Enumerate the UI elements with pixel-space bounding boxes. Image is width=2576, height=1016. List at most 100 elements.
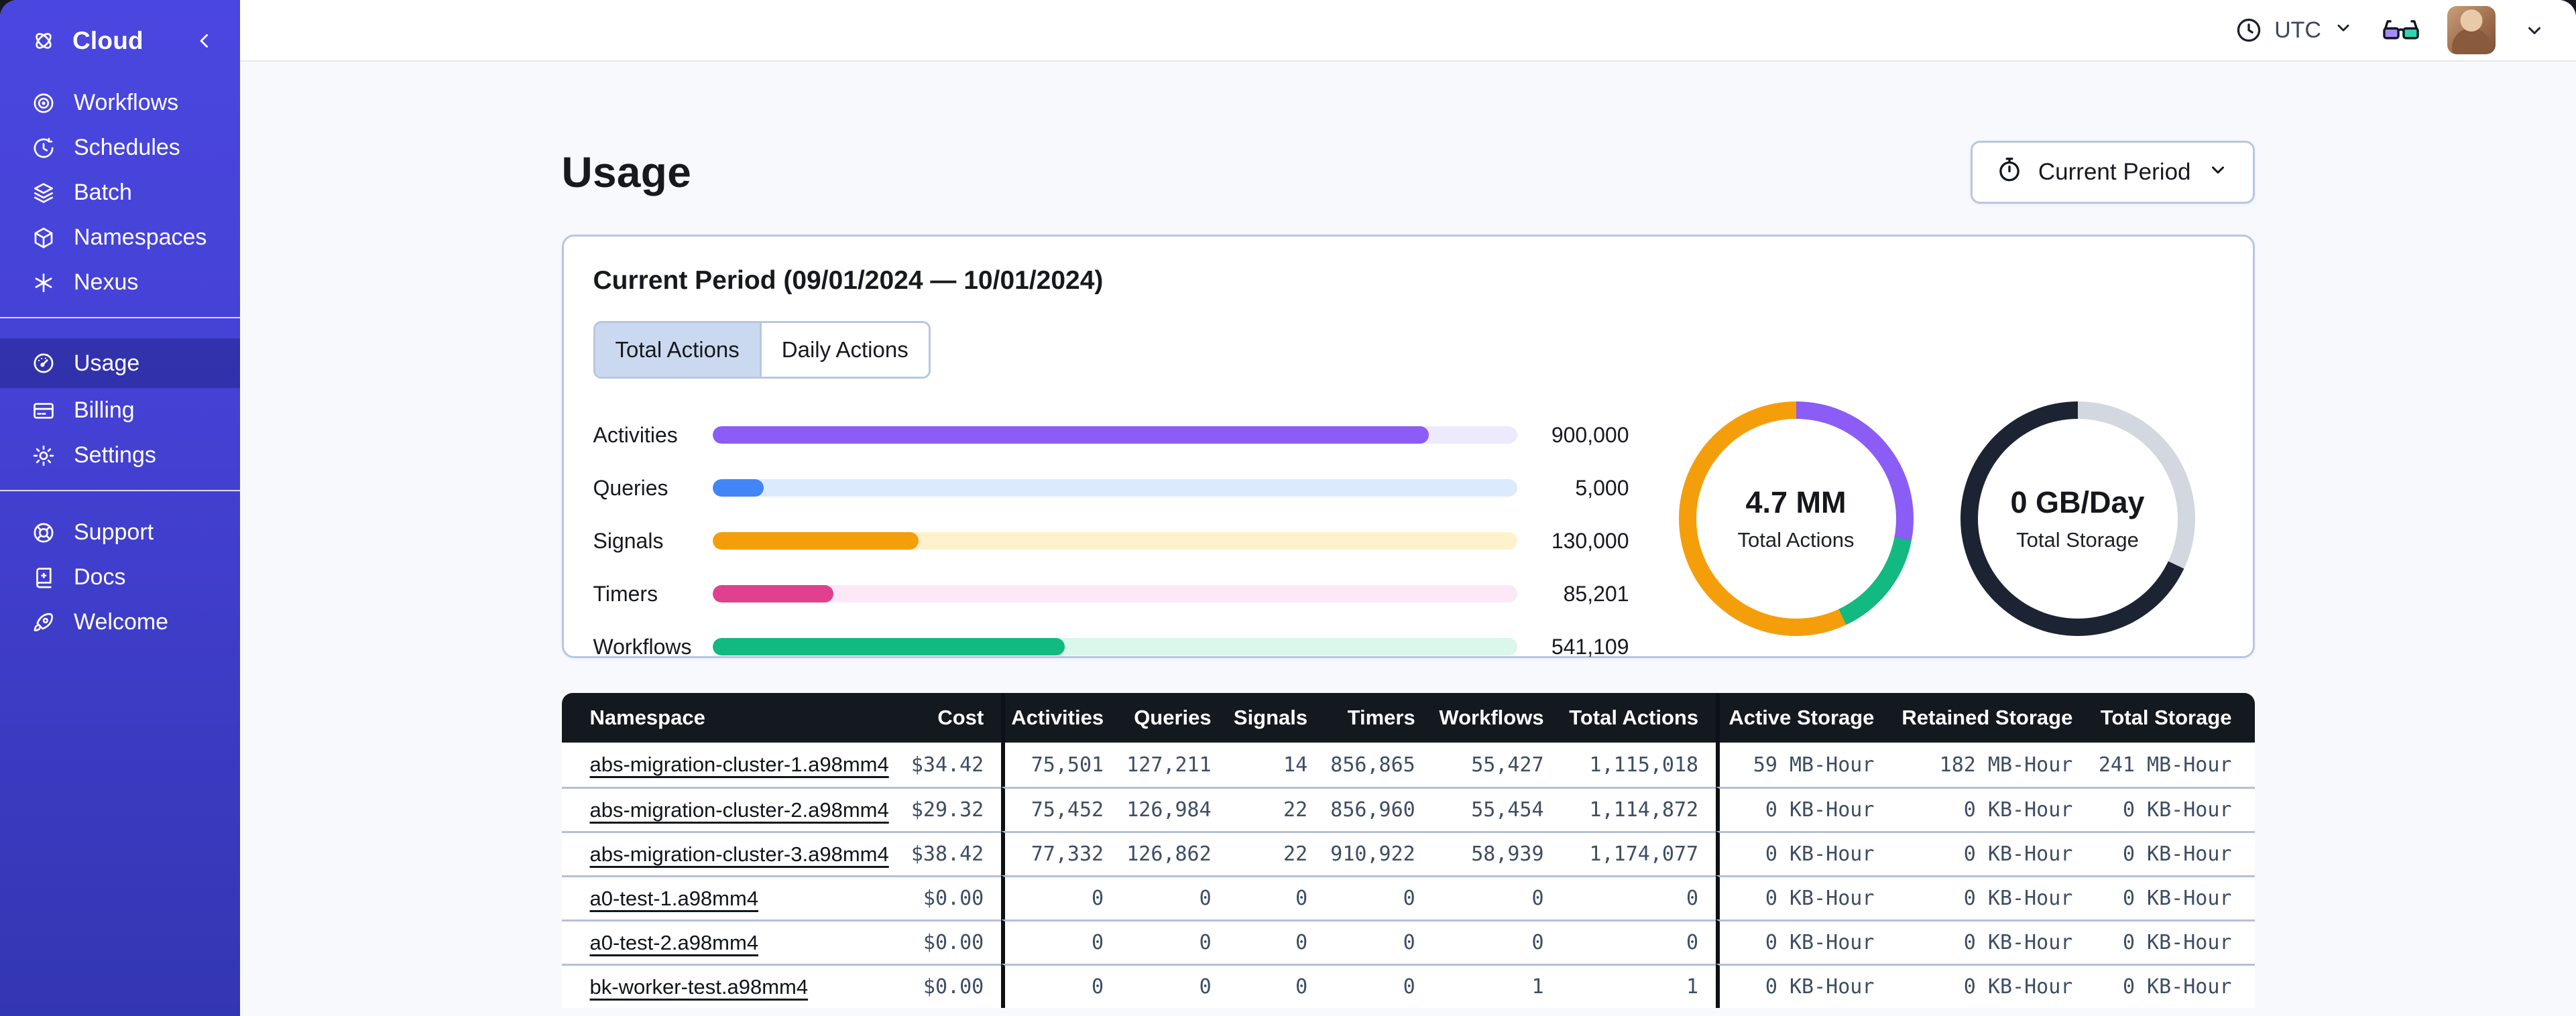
page-title: Usage [561, 148, 692, 196]
total-storage-cell: 0 KB-Hour [2090, 964, 2255, 1008]
namespace-link[interactable]: abs-migration-cluster-2.a98mm4 [590, 798, 889, 822]
bar-value: 900,000 [1551, 422, 1629, 447]
sidebar-item-label: Settings [74, 442, 156, 468]
tab-total-actions[interactable]: Total Actions [595, 323, 760, 377]
table-row: abs-migration-cluster-3.a98mm4 $38.42 77… [561, 831, 2255, 875]
sidebar-item-schedules[interactable]: Schedules [0, 125, 240, 170]
app-window: Cloud Workflows Schedules Batch Namespac… [0, 0, 2576, 1016]
table-row: a0-test-1.a98mm4 $0.00 0 0 0 0 0 0 0 KB-… [561, 875, 2255, 919]
sidebar-item-usage[interactable]: Usage [0, 338, 240, 388]
col-cost: Cost [906, 693, 1002, 743]
bar-label: Queries [593, 475, 668, 500]
activities-cell: 0 [1001, 964, 1122, 1008]
clock-icon [2234, 15, 2264, 45]
settings-gear-icon [31, 443, 56, 468]
usage-gauge-icon [31, 351, 56, 376]
user-avatar[interactable] [2447, 6, 2496, 54]
queries-cell: 126,862 [1121, 831, 1229, 875]
sidebar-item-docs[interactable]: Docs [0, 555, 240, 600]
queries-cell: 0 [1121, 875, 1229, 919]
batch-layers-icon [31, 180, 56, 206]
col-total-actions: Total Actions [1561, 693, 1716, 743]
sidebar-item-label: Namespaces [74, 225, 207, 250]
cost-cell: $0.00 [906, 919, 1002, 964]
stopwatch-icon [1995, 155, 2024, 190]
usage-charts: Activities 900,000 Queries 5,000 Signals… [593, 401, 2223, 660]
docs-book-icon [31, 565, 56, 590]
namespace-link[interactable]: abs-migration-cluster-1.a98mm4 [590, 753, 889, 776]
cost-cell: $38.42 [906, 831, 1002, 875]
bar-label: Signals [593, 528, 664, 553]
welcome-rocket-icon [31, 610, 56, 635]
col-workflows: Workflows [1432, 693, 1562, 743]
table-row: a0-test-2.a98mm4 $0.00 0 0 0 0 0 0 0 KB-… [561, 919, 2255, 964]
timezone-selector[interactable]: UTC [2234, 15, 2355, 45]
col-retained-storage: Retained Storage [1891, 693, 2091, 743]
feedback-glasses-button[interactable] [2382, 17, 2420, 44]
total-storage-donut: 0 GB/Day Total Storage [1960, 401, 2195, 636]
timers-cell: 856,865 [1325, 743, 1433, 787]
namespace-link[interactable]: a0-test-1.a98mm4 [590, 887, 759, 910]
workflows-cell: 0 [1432, 919, 1562, 964]
active-storage-cell: 0 KB-Hour [1716, 787, 1892, 831]
namespace-link[interactable]: abs-migration-cluster-3.a98mm4 [590, 842, 889, 866]
bar-fill [712, 585, 833, 602]
sidebar: Cloud Workflows Schedules Batch Namespac… [0, 0, 240, 1016]
sidebar-nav-main: Workflows Schedules Batch Namespaces Nex… [0, 80, 240, 305]
workflows-cell: 55,427 [1432, 743, 1562, 787]
donut-value: 0 GB/Day [2010, 485, 2145, 519]
sidebar-item-settings[interactable]: Settings [0, 433, 240, 478]
total-storage-cell: 0 KB-Hour [2090, 875, 2255, 919]
sidebar-item-batch[interactable]: Batch [0, 170, 240, 215]
chevron-down-icon [2206, 157, 2230, 188]
cost-cell: $0.00 [906, 875, 1002, 919]
sidebar-item-namespaces[interactable]: Namespaces [0, 215, 240, 260]
actions-bar-chart: Activities 900,000 Queries 5,000 Signals… [593, 422, 1629, 660]
sidebar-item-label: Workflows [74, 90, 179, 115]
actions-tab-group: Total Actions Daily Actions [593, 321, 931, 379]
active-storage-cell: 0 KB-Hour [1716, 919, 1892, 964]
chevron-down-icon [2332, 16, 2355, 45]
table-row: abs-migration-cluster-1.a98mm4 $34.42 75… [561, 743, 2255, 787]
sidebar-collapse-button[interactable] [193, 29, 216, 52]
retained-storage-cell: 182 MB-Hour [1891, 743, 2091, 787]
sidebar-item-nexus[interactable]: Nexus [0, 260, 240, 305]
cost-cell: $29.32 [906, 787, 1002, 831]
active-storage-cell: 0 KB-Hour [1716, 875, 1892, 919]
topbar: UTC [240, 0, 2576, 62]
sidebar-item-billing[interactable]: Billing [0, 388, 240, 433]
namespace-usage-table: Namespace Cost Activities Queries Signal… [561, 693, 2255, 1008]
billing-card-icon [31, 398, 56, 424]
support-lifebuoy-icon [31, 520, 56, 546]
usage-summary-card: Current Period (09/01/2024 — 10/01/2024)… [561, 235, 2255, 660]
namespace-link[interactable]: a0-test-2.a98mm4 [590, 931, 759, 954]
active-storage-cell: 59 MB-Hour [1716, 743, 1892, 787]
tab-daily-actions[interactable]: Daily Actions [759, 323, 929, 377]
bar-row-workflows: Workflows 541,109 [593, 633, 1629, 660]
content-scroll-area[interactable]: Usage Current Period Current Period (09/… [240, 62, 2576, 1016]
total-actions-donut: 4.7 MM Total Actions [1678, 401, 1914, 636]
workflows-cell: 0 [1432, 875, 1562, 919]
workflows-cell: 1 [1432, 964, 1562, 1008]
bar-fill [712, 638, 1065, 655]
signals-cell: 14 [1228, 743, 1326, 787]
workflows-icon [31, 90, 56, 116]
queries-cell: 127,211 [1121, 743, 1229, 787]
sidebar-item-label: Welcome [74, 609, 169, 635]
sidebar-item-support[interactable]: Support [0, 510, 240, 555]
bar-track [712, 532, 1517, 550]
sidebar-item-welcome[interactable]: Welcome [0, 600, 240, 645]
cost-cell: $0.00 [906, 964, 1002, 1008]
sidebar-item-label: Nexus [74, 269, 139, 295]
user-menu-chevron-icon[interactable] [2522, 18, 2546, 42]
sidebar-item-workflows[interactable]: Workflows [0, 80, 240, 125]
total-storage-cell: 241 MB-Hour [2090, 743, 2255, 787]
namespace-link[interactable]: bk-worker-test.a98mm4 [590, 975, 809, 999]
period-selector-button[interactable]: Current Period [1970, 141, 2255, 204]
bar-value: 541,109 [1551, 634, 1629, 659]
bar-row-signals: Signals 130,000 [593, 527, 1629, 554]
donut-label: Total Actions [1737, 528, 1855, 552]
timers-cell: 0 [1325, 919, 1433, 964]
bar-track [712, 638, 1517, 655]
col-activities: Activities [1001, 693, 1122, 743]
